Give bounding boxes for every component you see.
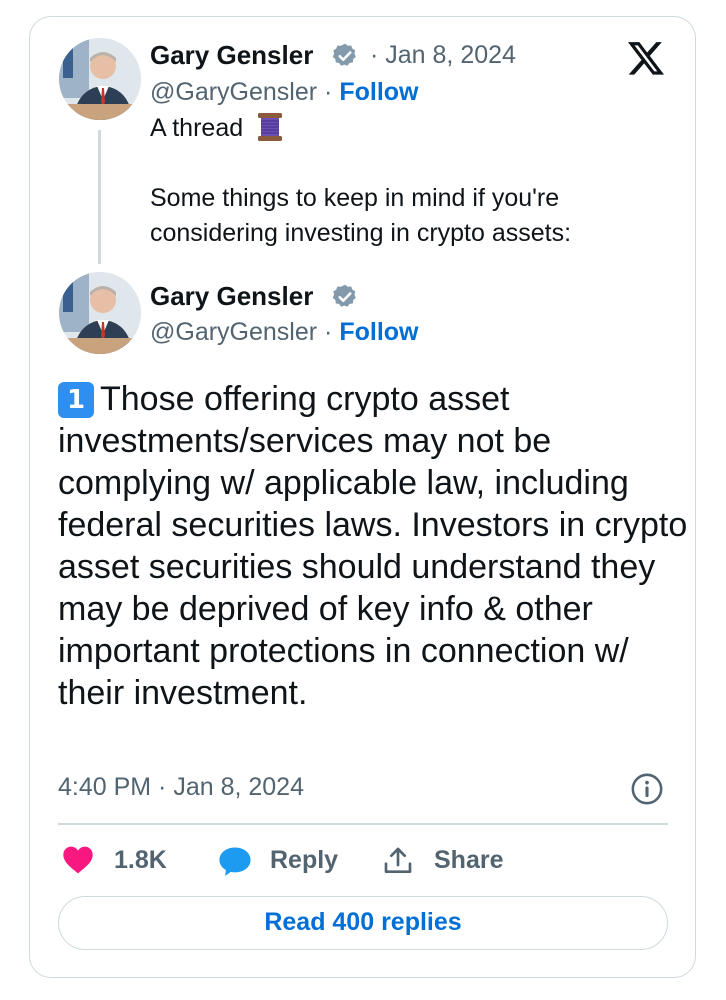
tweet-date[interactable]: · Jan 8, 2024 bbox=[370, 40, 516, 70]
reply-button[interactable]: Reply bbox=[218, 842, 348, 878]
tweet-timestamp[interactable]: 4:40 PM · Jan 8, 2024 bbox=[58, 771, 304, 803]
x-logo-icon[interactable] bbox=[626, 38, 666, 78]
read-replies-button[interactable]: Read 400 replies bbox=[58, 896, 668, 950]
verified-badge-icon bbox=[332, 43, 356, 66]
like-count: 1.8K bbox=[114, 846, 167, 874]
author-handle-line: @GaryGensler · Follow bbox=[150, 317, 418, 347]
info-icon[interactable] bbox=[630, 772, 664, 806]
tweet-text-line: A thread bbox=[150, 110, 284, 146]
thread-label: A thread bbox=[150, 114, 244, 142]
share-button[interactable]: Share bbox=[382, 842, 512, 878]
author-handle[interactable]: @GaryGensler bbox=[150, 318, 317, 346]
follow-button[interactable]: Follow bbox=[339, 78, 418, 106]
author-name[interactable]: Gary Gensler bbox=[150, 40, 313, 70]
reply-label: Reply bbox=[270, 846, 339, 874]
thread-connector-line bbox=[98, 130, 101, 264]
speech-bubble-icon bbox=[219, 847, 251, 876]
like-button[interactable]: 1.8K bbox=[62, 842, 182, 878]
spool-of-thread-icon bbox=[258, 113, 283, 141]
author-handle-line: @GaryGensler · Follow bbox=[150, 77, 418, 107]
author-avatar[interactable] bbox=[59, 38, 141, 120]
tweet-text-line: Some things to keep in mind if you're bbox=[150, 184, 560, 212]
heart-icon bbox=[63, 846, 93, 874]
share-upload-icon bbox=[384, 847, 412, 873]
avatar-photo-icon bbox=[59, 38, 141, 120]
share-label: Share bbox=[434, 846, 504, 874]
action-divider bbox=[58, 823, 668, 825]
tweet-text-line: considering investing in crypto assets: bbox=[150, 219, 572, 247]
author-avatar[interactable] bbox=[59, 272, 141, 354]
tweet-body-text: Those offering crypto asset investments/… bbox=[58, 380, 688, 712]
author-name[interactable]: Gary Gensler bbox=[150, 281, 313, 311]
separator-dot: · bbox=[324, 78, 333, 106]
verified-badge-icon bbox=[332, 284, 356, 307]
tweet-body: 1 Those offering crypto asset investments… bbox=[58, 378, 688, 714]
follow-button[interactable]: Follow bbox=[339, 318, 418, 346]
keycap-one-emoji: 1 bbox=[58, 382, 94, 418]
avatar-photo-icon bbox=[59, 272, 141, 354]
separator-dot: · bbox=[324, 318, 333, 346]
author-handle[interactable]: @GaryGensler bbox=[150, 78, 317, 106]
